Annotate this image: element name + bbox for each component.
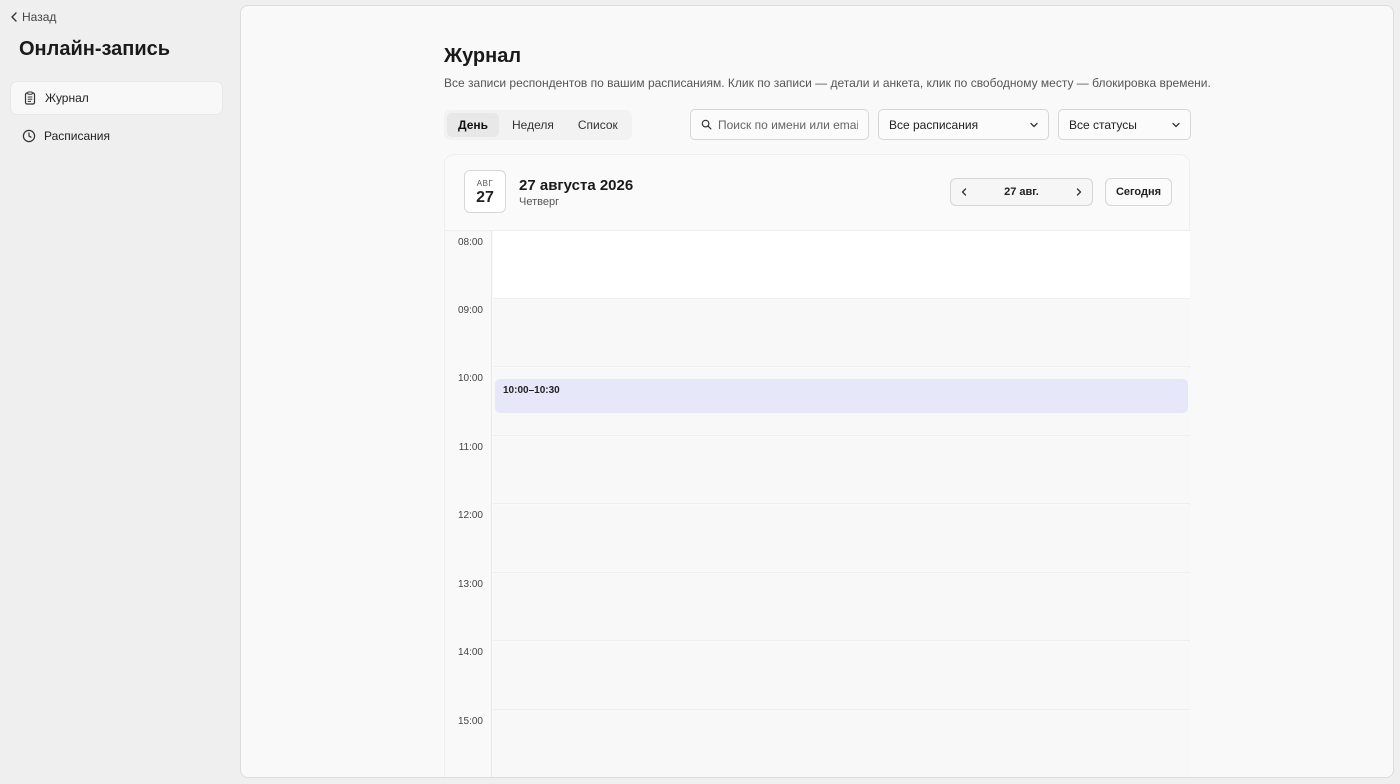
- time-label: 12:00: [457, 510, 483, 521]
- calendar-event[interactable]: 10:00–10:30: [495, 379, 1188, 413]
- date-navigator: 27 авг.: [950, 178, 1093, 206]
- hour-slot[interactable]: [493, 505, 1190, 573]
- date-weekday: Четверг: [519, 196, 560, 208]
- back-link[interactable]: Назад: [8, 8, 56, 26]
- sidebar-item-label: Расписания: [44, 129, 110, 143]
- time-label: 10:00: [457, 373, 483, 384]
- chevron-left-icon: [11, 12, 17, 22]
- sidebar-item-schedules[interactable]: Расписания: [10, 119, 223, 153]
- status-filter-select[interactable]: Все статусы: [1058, 109, 1191, 140]
- hour-slot[interactable]: [493, 642, 1190, 710]
- search-input[interactable]: [718, 117, 858, 132]
- time-label: 08:00: [457, 237, 483, 248]
- view-tabs: День Неделя Список: [444, 110, 632, 140]
- search-icon: [701, 119, 712, 130]
- time-label: 09:00: [457, 305, 483, 316]
- page-description: Все записи респондентов по вашим расписа…: [444, 76, 1211, 90]
- app-title: Онлайн-запись: [19, 38, 171, 60]
- search-box: [690, 109, 869, 140]
- prev-day-button[interactable]: [959, 187, 969, 197]
- today-button[interactable]: Сегодня: [1105, 178, 1172, 206]
- page-title: Журнал: [444, 45, 522, 67]
- schedule-filter-select[interactable]: Все расписания: [878, 109, 1049, 140]
- hour-slot[interactable]: [493, 299, 1190, 367]
- hour-slot[interactable]: [493, 573, 1190, 641]
- date-badge-month: АВГ: [476, 179, 494, 188]
- schedule-filter-value: Все расписания: [889, 117, 979, 132]
- tab-week[interactable]: Неделя: [501, 113, 565, 137]
- current-date-label: 27 авг.: [1004, 186, 1039, 198]
- time-label: 11:00: [458, 442, 483, 453]
- chevron-down-icon: [1172, 122, 1180, 127]
- event-time: 10:00–10:30: [503, 385, 560, 396]
- time-column: 08:00 09:00 10:00 11:00 12:00 13:00 14:0…: [445, 231, 492, 777]
- hour-slot[interactable]: [493, 436, 1190, 504]
- clipboard-icon: [24, 91, 36, 105]
- date-badge-day: 27: [476, 189, 494, 206]
- sidebar-item-label: Журнал: [45, 91, 89, 105]
- hour-slot[interactable]: [493, 231, 1190, 299]
- main-panel: Журнал Все записи респондентов по вашим …: [240, 5, 1394, 778]
- status-filter-value: Все статусы: [1069, 117, 1137, 132]
- tab-list[interactable]: Список: [567, 113, 629, 137]
- calendar-card: АВГ 27 27 августа 2026 Четверг 27 авг. С…: [444, 154, 1191, 777]
- tab-day[interactable]: День: [447, 113, 499, 137]
- time-label: 13:00: [457, 579, 483, 590]
- time-label: 15:00: [457, 716, 483, 727]
- sidebar: Назад Онлайн-запись Журнал Расписания: [0, 0, 240, 784]
- date-badge: АВГ 27: [464, 170, 506, 213]
- time-label: 14:00: [457, 647, 483, 658]
- hour-slot[interactable]: [493, 710, 1190, 777]
- date-heading: 27 августа 2026: [519, 177, 634, 194]
- back-link-label: Назад: [22, 10, 57, 24]
- clock-icon: [22, 129, 36, 143]
- sidebar-item-journal[interactable]: Журнал: [10, 81, 223, 115]
- day-grid: 08:00 09:00 10:00 11:00 12:00 13:00 14:0…: [445, 230, 1191, 777]
- next-day-button[interactable]: [1074, 187, 1084, 197]
- chevron-down-icon: [1030, 122, 1038, 127]
